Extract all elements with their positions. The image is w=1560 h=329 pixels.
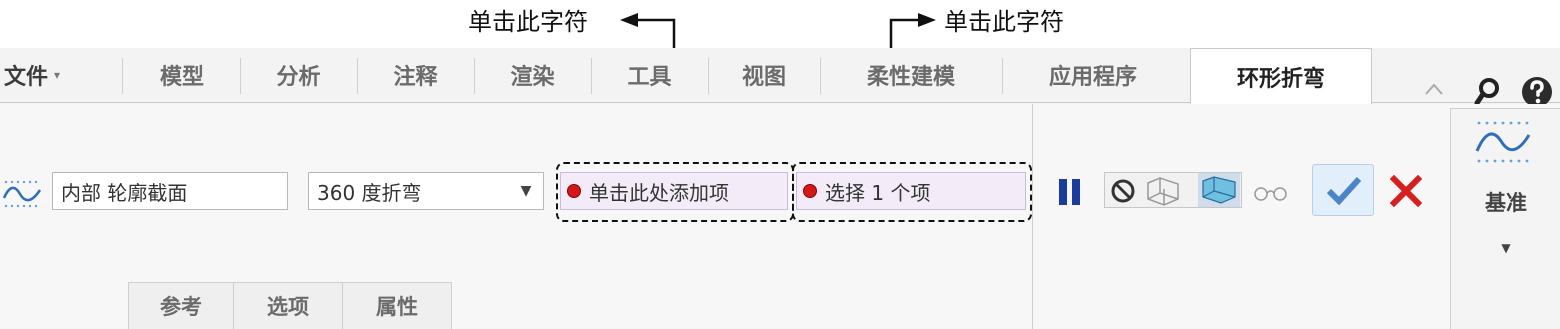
tab-analysis[interactable]: 分析 [241, 48, 356, 102]
glasses-preview-icon[interactable] [1252, 184, 1290, 202]
dashboard-panel: 内部 轮廓截面 360 度折弯 ▼ 单击此处添加项 选择 1 个项 基准 ▼ 参… [0, 104, 1560, 329]
apply-button[interactable] [1312, 164, 1374, 216]
dropdown-arrow-icon[interactable]: ▼ [509, 173, 543, 209]
bend-type-select[interactable]: 360 度折弯 ▼ [308, 172, 544, 210]
tab-toroidal-bend[interactable]: 环形折弯 [1190, 48, 1372, 104]
tab-applications[interactable]: 应用程序 [1003, 48, 1183, 102]
tab-references[interactable]: 参考 [128, 282, 234, 329]
profile-section-icon [2, 180, 42, 208]
tab-options[interactable]: 选项 [233, 282, 343, 329]
bend-type-value: 360 度折弯 [317, 180, 422, 205]
tab-view[interactable]: 视图 [709, 48, 819, 102]
wireframe-preview-icon[interactable] [1144, 175, 1182, 207]
datum-label: 基准 [1485, 190, 1527, 215]
file-menu[interactable]: 文件 ▾ [4, 48, 120, 102]
callout-right-arrowhead [918, 13, 936, 27]
chevron-down-icon: ▾ [54, 68, 61, 82]
datum-group-button[interactable]: 基准 ▼ [1450, 108, 1560, 329]
highlight-box-right [792, 162, 1032, 222]
tab-tools[interactable]: 工具 [592, 48, 707, 102]
tab-annotate[interactable]: 注释 [358, 48, 473, 102]
callout-left-arrowhead [620, 13, 638, 27]
pause-icon[interactable] [1056, 177, 1084, 207]
file-menu-label: 文件 [4, 64, 49, 90]
no-preview-icon[interactable] [1110, 178, 1136, 204]
ribbon-tab-row: 文件 ▾ 模型 分析 注释 渲染 工具 视图 柔性建模 应用程序 环形折弯 [0, 48, 1560, 107]
shaded-preview-icon[interactable] [1200, 175, 1238, 205]
highlight-box-left [556, 162, 794, 222]
datum-curve-icon [1475, 121, 1531, 163]
tab-properties[interactable]: 属性 [342, 282, 452, 329]
chevron-down-icon: ▼ [1501, 241, 1511, 255]
checkmark-icon [1326, 176, 1362, 205]
profile-type-value: 内部 轮廓截面 [61, 180, 188, 205]
cancel-icon[interactable] [1390, 175, 1422, 207]
profile-type-field[interactable]: 内部 轮廓截面 [52, 172, 288, 210]
tab-render[interactable]: 渲染 [475, 48, 590, 102]
tab-model[interactable]: 模型 [124, 48, 240, 102]
collapse-ribbon-icon[interactable] [1424, 82, 1444, 96]
search-icon[interactable] [1474, 77, 1502, 107]
tab-flexible-modeling[interactable]: 柔性建模 [821, 48, 1001, 102]
